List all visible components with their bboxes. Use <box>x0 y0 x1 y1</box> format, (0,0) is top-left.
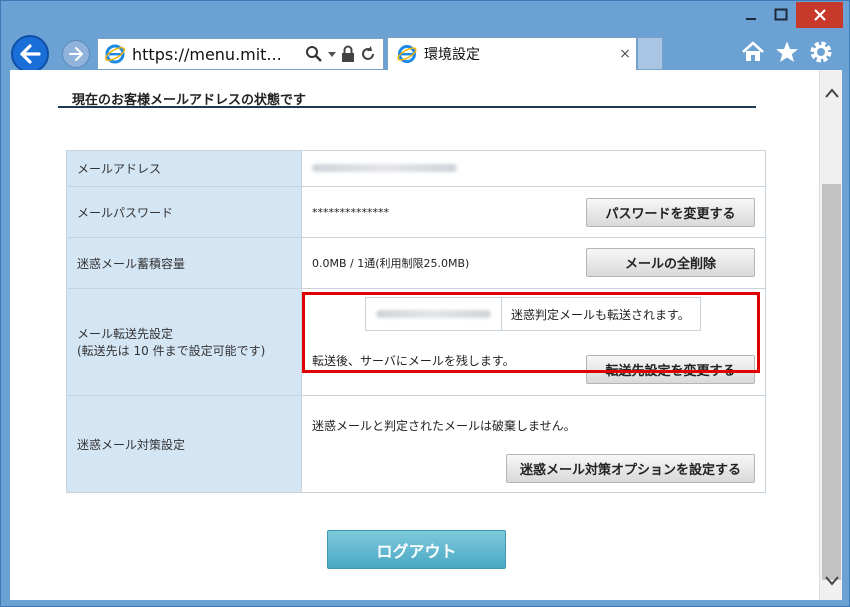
ie-logo-icon <box>104 44 126 64</box>
tab-close-button[interactable]: × <box>614 46 636 62</box>
forward-button[interactable] <box>62 40 90 68</box>
change-password-button[interactable]: パスワードを変更する <box>586 198 755 227</box>
refresh-icon[interactable] <box>359 45 377 63</box>
row-spam: 迷惑メール対策設定 迷惑メールと判定されたメールは破棄しません。 迷惑メール対策… <box>66 395 766 493</box>
row-email: メールアドレス <box>66 150 766 187</box>
forward-label-line2: (転送先は 10 件まで設定可能です) <box>77 344 266 358</box>
dropdown-icon[interactable] <box>327 49 337 59</box>
row-storage: 迷惑メール蓄積容量 0.0MB / 1通(利用制限25.0MB) メールの全削除 <box>66 237 766 289</box>
chevron-up-icon <box>824 88 839 98</box>
spam-label: 迷惑メール対策設定 <box>66 395 302 493</box>
delete-all-mail-button[interactable]: メールの全削除 <box>586 248 755 277</box>
spam-value: 迷惑メールと判定されたメールは破棄しません。 <box>312 419 576 433</box>
password-value: ************** <box>312 205 389 219</box>
storage-cell: 0.0MB / 1通(利用制限25.0MB) メールの全削除 <box>301 237 766 289</box>
scroll-up-button[interactable] <box>820 82 843 104</box>
minimize-button[interactable] <box>736 2 766 28</box>
spam-options-button[interactable]: 迷惑メール対策オプションを設定する <box>506 454 755 483</box>
url-text[interactable]: https://menu.mit... <box>132 45 305 64</box>
vertical-scrollbar[interactable] <box>819 70 842 600</box>
settings-gear-icon[interactable] <box>809 39 833 65</box>
favorites-star-icon[interactable] <box>775 39 799 65</box>
back-button[interactable] <box>11 35 49 73</box>
password-label: メールパスワード <box>66 186 302 238</box>
lock-icon[interactable] <box>341 45 355 63</box>
storage-value: 0.0MB / 1通(利用制限25.0MB) <box>312 257 470 270</box>
browser-toolbar-icons <box>741 39 833 65</box>
close-window-button[interactable] <box>796 2 843 28</box>
address-bar[interactable]: https://menu.mit... <box>97 38 384 70</box>
search-icon[interactable] <box>305 45 323 63</box>
email-label: メールアドレス <box>66 150 302 187</box>
back-arrow-icon <box>20 44 41 64</box>
password-cell: ************** パスワードを変更する <box>301 186 766 238</box>
storage-label: 迷惑メール蓄積容量 <box>66 237 302 289</box>
tab-active[interactable]: 環境設定 × <box>387 37 637 70</box>
minimize-icon <box>746 18 756 20</box>
close-icon <box>813 9 826 21</box>
browser-window: https://menu.mit... 環境設定 × 現在のお客様メールアドレス… <box>0 0 850 607</box>
chevron-down-icon <box>824 576 839 586</box>
page-viewport: 現在のお客様メールアドレスの状態です メールアドレス メールパスワード ****… <box>10 70 819 600</box>
spam-cell: 迷惑メールと判定されたメールは破棄しません。 迷惑メール対策オプションを設定する <box>301 395 766 493</box>
row-password: メールパスワード ************** パスワードを変更する <box>66 186 766 238</box>
new-tab-button[interactable] <box>638 37 663 70</box>
tab-title: 環境設定 <box>424 47 480 63</box>
forward-arrow-icon <box>69 47 83 61</box>
red-highlight-box <box>302 292 760 373</box>
maximize-icon <box>774 8 788 21</box>
forward-label: メール転送先設定 (転送先は 10 件まで設定可能です) <box>66 288 302 396</box>
maximize-button[interactable] <box>766 2 796 28</box>
address-tools <box>305 45 383 63</box>
home-icon[interactable] <box>741 39 765 65</box>
window-caption-buttons <box>736 2 843 28</box>
scroll-down-button[interactable] <box>820 570 843 592</box>
email-value-redacted <box>312 164 457 172</box>
scrollbar-thumb[interactable] <box>822 184 841 580</box>
forward-label-line1: メール転送先設定 <box>77 327 174 341</box>
logout-button[interactable]: ログアウト <box>327 530 506 569</box>
email-value <box>301 150 766 187</box>
section-divider <box>58 106 756 108</box>
ie-tab-icon <box>397 45 417 63</box>
